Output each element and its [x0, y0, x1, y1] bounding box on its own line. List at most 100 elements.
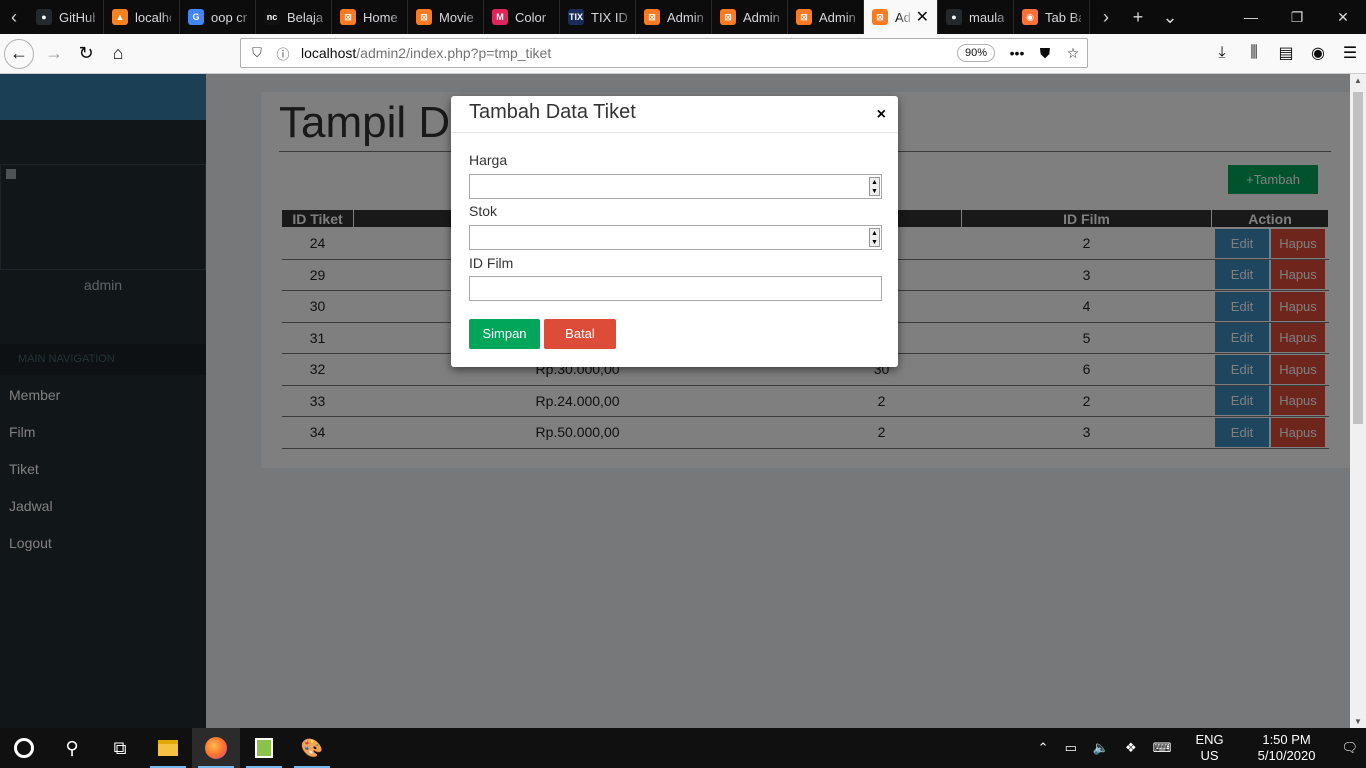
browser-tab[interactable]: TIX TIX ID: [560, 0, 636, 34]
paint-icon[interactable]: 🎨: [288, 728, 336, 768]
keyboard-layout: US: [1200, 748, 1219, 763]
harga-label: Harga: [469, 152, 508, 168]
input-language[interactable]: ENG US: [1179, 732, 1239, 764]
clock[interactable]: 1:50 PM 5/10/2020: [1240, 732, 1334, 764]
tab-title: Admin: [743, 9, 779, 25]
start-icon[interactable]: [0, 728, 48, 768]
browser-tab[interactable]: ⊠ Admin: [636, 0, 712, 34]
back-button[interactable]: ←: [4, 38, 34, 69]
pocket-icon[interactable]: ⛊: [1031, 45, 1059, 62]
home-button[interactable]: ⌂: [102, 38, 134, 70]
tab-title: TIX ID: [591, 9, 627, 25]
page-viewport: admin MAIN NAVIGATION MemberFilmTiketJad…: [0, 74, 1350, 728]
scroll-down-icon[interactable]: ▼: [1350, 717, 1366, 726]
harga-field[interactable]: ▲ ▼: [469, 174, 882, 199]
browser-tab[interactable]: ● maula: [938, 0, 1014, 34]
shield-icon[interactable]: ⛉: [247, 45, 267, 61]
tab-list-chevron-icon[interactable]: ⌄: [1154, 7, 1186, 28]
tab-scroll-left-icon[interactable]: ‹: [0, 0, 28, 34]
navigation-toolbar: ← → ↻ ⌂ ⛉ ⓘ localhost/admin2/index.php?p…: [0, 34, 1366, 74]
tab-title: Ad: [895, 9, 911, 25]
firefox-icon[interactable]: [192, 728, 240, 768]
zoom-level-badge[interactable]: 90%: [956, 44, 995, 62]
reload-button[interactable]: ↻: [70, 38, 102, 70]
browser-tab[interactable]: ⊠ Admin: [712, 0, 788, 34]
tab-favicon-icon: ◉: [1022, 9, 1038, 25]
library-icon[interactable]: ⫼: [1238, 44, 1270, 62]
tab-title: Movie: [439, 9, 474, 25]
url-path: /admin2/index.php?p=tmp_tiket: [356, 45, 552, 61]
close-window-icon[interactable]: ✕: [1320, 9, 1366, 26]
clock-time: 1:50 PM: [1262, 732, 1311, 747]
minimize-window-icon[interactable]: —: [1228, 9, 1274, 25]
dropbox-icon[interactable]: ❖: [1117, 740, 1145, 756]
tab-title: Admin: [667, 9, 703, 25]
clock-date: 5/10/2020: [1257, 748, 1316, 763]
menu-icon[interactable]: ☰: [1334, 43, 1366, 63]
sidebar-toggle-icon[interactable]: ▤: [1270, 43, 1302, 63]
browser-tab[interactable]: ◉ Tab Ba: [1014, 0, 1090, 34]
scrollbar-thumb[interactable]: [1353, 92, 1363, 424]
restore-window-icon[interactable]: ❐: [1274, 9, 1320, 26]
site-info-icon[interactable]: ⓘ: [273, 44, 293, 63]
save-button[interactable]: Simpan: [469, 319, 540, 349]
browser-tab[interactable]: ⊠ Admin: [788, 0, 864, 34]
tab-favicon-icon: ⊠: [720, 9, 736, 25]
close-icon[interactable]: ×: [877, 106, 886, 124]
tab-favicon-icon: ●: [946, 9, 962, 25]
volume-icon[interactable]: 🔈: [1085, 740, 1117, 756]
tab-favicon-icon: TIX: [568, 9, 584, 25]
tab-title: Color: [515, 9, 547, 25]
url-host: localhost: [301, 45, 357, 61]
cancel-button[interactable]: Batal: [544, 319, 616, 349]
forward-button[interactable]: →: [38, 38, 70, 70]
tab-title: Home: [363, 9, 398, 25]
tab-favicon-icon: ●: [36, 9, 52, 25]
browser-tab[interactable]: ⊠ Home: [332, 0, 408, 34]
modal-header: Tambah Data Tiket ×: [451, 96, 898, 133]
harga-stepper-icon[interactable]: ▲ ▼: [869, 177, 880, 196]
tab-favicon-icon: G: [188, 9, 204, 25]
new-tab-icon[interactable]: +: [1122, 7, 1154, 28]
tab-title: localhost: [135, 9, 171, 25]
address-bar[interactable]: ⛉ ⓘ localhost/admin2/index.php?p=tmp_tik…: [240, 38, 1088, 68]
browser-tab[interactable]: ⊠ Ad ✕: [864, 0, 938, 34]
tab-title: Tab Ba: [1045, 9, 1081, 25]
tab-list: ● GitHub ▲ localhost Goop cr nc Belajar ⊠ Home ⊠ M…: [28, 0, 1090, 34]
stok-field[interactable]: ▲ ▼: [469, 225, 882, 250]
stok-stepper-icon[interactable]: ▲ ▼: [869, 228, 880, 247]
bookmark-star-icon[interactable]: ☆: [1059, 45, 1087, 62]
tab-favicon-icon: ⊠: [416, 9, 432, 25]
tab-scroll-right-icon[interactable]: ›: [1090, 7, 1122, 28]
tab-favicon-icon: M: [492, 9, 508, 25]
browser-tab[interactable]: ● GitHub: [28, 0, 104, 34]
browser-tab[interactable]: ⊠ Movie: [408, 0, 484, 34]
browser-tab[interactable]: M Color: [484, 0, 560, 34]
tab-favicon-icon: ⊠: [872, 9, 888, 25]
search-icon[interactable]: ⚲: [48, 728, 96, 768]
stok-label: Stok: [469, 203, 498, 219]
page-scrollbar[interactable]: ▲ ▼: [1350, 74, 1366, 728]
file-explorer-icon[interactable]: [144, 728, 192, 768]
battery-icon[interactable]: ▭: [1057, 740, 1085, 756]
scroll-up-icon[interactable]: ▲: [1350, 76, 1366, 85]
keyboard-icon[interactable]: ⌨: [1145, 740, 1180, 756]
add-ticket-modal: Tambah Data Tiket × Harga ▲ ▼ Stok ▲ ▼ ID …: [451, 96, 898, 367]
show-hidden-icons-icon[interactable]: ⌃: [1030, 740, 1057, 756]
code-editor-icon[interactable]: [240, 728, 288, 768]
id-film-field[interactable]: [469, 276, 882, 301]
account-icon[interactable]: ◉: [1302, 43, 1334, 63]
url-text[interactable]: localhost/admin2/index.php?p=tmp_tiket: [301, 45, 551, 61]
browser-tab[interactable]: Goop cr: [180, 0, 256, 34]
page-actions-icon[interactable]: •••: [1003, 45, 1031, 61]
browser-tab-strip: ‹ ● GitHub ▲ localhost Goop cr nc Belajar ⊠ Home…: [0, 0, 1366, 34]
tab-favicon-icon: nc: [264, 9, 280, 25]
browser-tab[interactable]: nc Belajar: [256, 0, 332, 34]
browser-tab[interactable]: ▲ localhost: [104, 0, 180, 34]
task-view-icon[interactable]: ⧉: [96, 728, 144, 768]
id-film-label: ID Film: [469, 255, 514, 271]
downloads-icon[interactable]: ⤓: [1206, 44, 1238, 62]
close-tab-icon[interactable]: ✕: [916, 7, 929, 27]
notifications-icon[interactable]: 🗨: [1333, 740, 1366, 756]
tab-title: oop cr: [211, 9, 247, 25]
